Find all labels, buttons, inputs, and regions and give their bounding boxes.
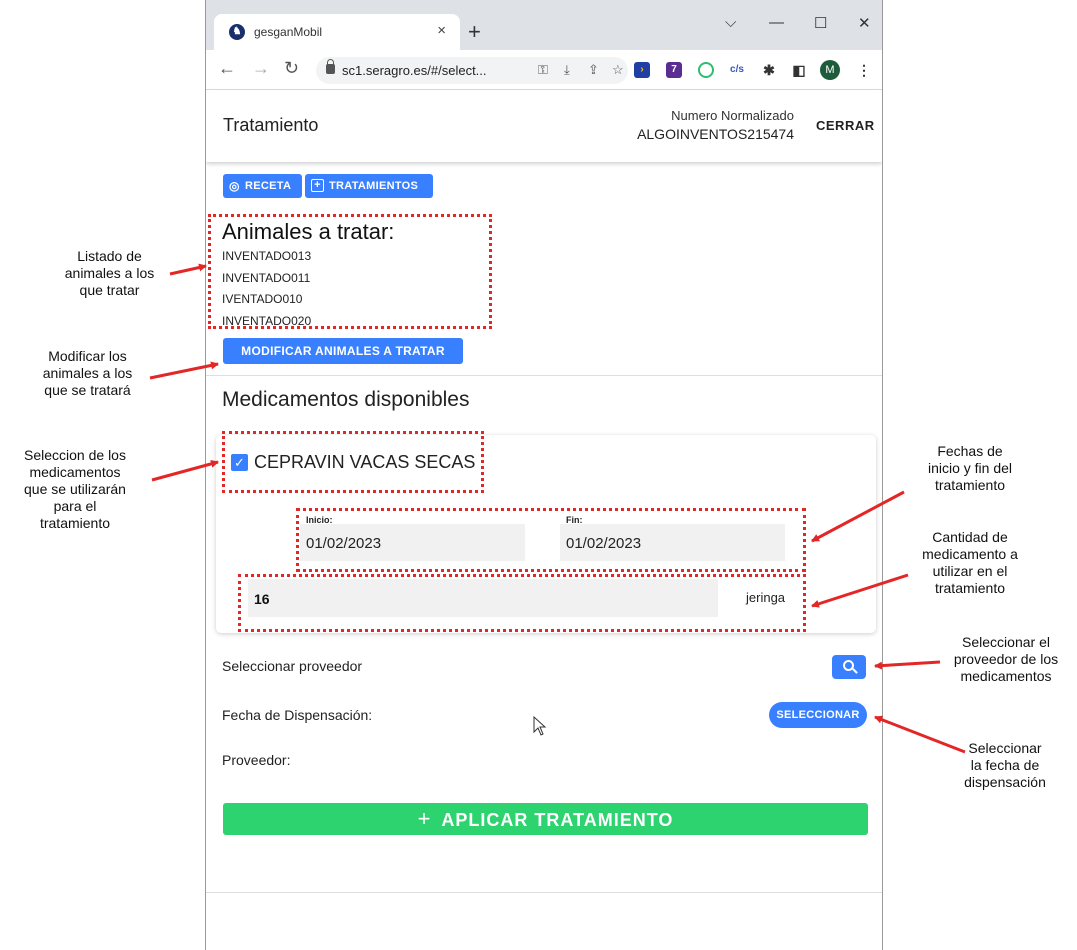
maximize-icon[interactable]: ☐ <box>814 14 827 32</box>
quantity-highlight <box>238 574 806 632</box>
plus-icon: + <box>417 806 432 831</box>
back-arrow-icon[interactable]: ← <box>218 58 236 79</box>
arrow-provider <box>874 660 941 670</box>
arrow-animal-list <box>169 263 207 276</box>
section-divider <box>206 375 882 376</box>
page-title: Tratamiento <box>223 115 319 135</box>
side-panel-icon[interactable]: ◧ <box>791 62 807 78</box>
medications-heading: Medicamentos disponibles <box>222 388 470 411</box>
dates-highlight <box>296 508 806 572</box>
browser-tab[interactable]: ♞ gesganMobil × <box>214 14 460 50</box>
profile-avatar[interactable]: M <box>820 60 840 80</box>
forward-arrow-icon[interactable]: → <box>252 58 270 79</box>
receta-button[interactable]: ◎ RECETA <box>223 174 302 198</box>
annotation-animal-list: Listado de animales a los que tratar <box>64 248 155 298</box>
url-text: sc1.seragro.es/#/select... <box>342 63 487 78</box>
browser-toolbar: ← → ↻ sc1.seragro.es/#/select... ⚿ ⤓ ⇪ ☆ <box>206 50 882 90</box>
select-dispense-date-button[interactable]: SELECCIONAR <box>769 702 867 728</box>
modify-animals-button[interactable]: MODIFICAR ANIMALES A TRATAR <box>223 338 463 364</box>
kebab-menu-icon[interactable]: ⋮ <box>856 62 872 78</box>
provider-label: Proveedor: <box>222 752 291 768</box>
tab-title: gesganMobil <box>254 25 323 39</box>
search-provider-button[interactable] <box>832 655 866 679</box>
animal-list-highlight <box>208 214 492 329</box>
dispense-date-label: Fecha de Dispensación: <box>222 707 373 723</box>
extensions-puzzle-icon[interactable]: ✱ <box>761 62 777 78</box>
medication-select-highlight <box>222 431 484 493</box>
mouse-cursor-icon <box>533 716 547 736</box>
annotation-dates: Fechas de inicio y fin del tratamiento <box>927 443 1013 493</box>
section-divider <box>206 892 882 893</box>
select-provider-label: Seleccionar proveedor <box>222 658 363 674</box>
new-tab-button[interactable]: + <box>468 21 481 43</box>
annotation-dispense-date: Seleccionar la fecha de dispensación <box>964 740 1046 790</box>
normalized-number-value: ALGOINVENTOS215474 <box>637 126 794 142</box>
bookmark-star-icon[interactable]: ☆ <box>612 62 624 78</box>
tab-search-chevron-icon[interactable]: ⌵ <box>725 14 736 31</box>
extension-arrow-icon[interactable]: › <box>634 62 650 78</box>
lock-icon <box>326 59 335 74</box>
tab-close-icon[interactable]: × <box>437 22 446 39</box>
tratamientos-label: TRATAMIENTOS <box>329 180 419 192</box>
address-bar[interactable]: sc1.seragro.es/#/select... ⚿ ⤓ ⇪ ☆ <box>316 57 628 84</box>
apply-treatment-label: APLICAR TRATAMIENTO <box>441 810 674 830</box>
annotation-quantity: Cantidad de medicamento a utilizar en el tr… <box>922 529 1018 596</box>
tab-strip: ♞ gesganMobil × + ⌵ — ☐ ✕ <box>206 0 882 50</box>
key-icon[interactable]: ⚿ <box>538 62 548 78</box>
annotation-modify-animals: Modificar los animales a los que se tratar… <box>42 348 133 398</box>
annotation-provider: Seleccionar el proveedor de los medicament… <box>953 634 1059 684</box>
share-icon[interactable]: ⇪ <box>588 62 599 78</box>
app-header: Tratamiento Numero Normalizado ALGOINVEN… <box>206 90 882 162</box>
medical-kit-icon: + <box>311 179 324 192</box>
app-favicon-icon: ♞ <box>229 24 245 40</box>
minimize-icon[interactable]: — <box>769 14 784 31</box>
extension-badge-icon[interactable]: 7 <box>666 62 682 78</box>
close-button[interactable]: CERRAR <box>816 118 875 133</box>
tratamientos-button[interactable]: + TRATAMIENTOS <box>305 174 433 198</box>
extension-css-icon[interactable]: c/s <box>726 62 748 78</box>
extension-ring-icon[interactable] <box>698 62 714 78</box>
close-window-icon[interactable]: ✕ <box>858 14 871 32</box>
eye-icon: ◎ <box>229 179 240 193</box>
install-icon[interactable]: ⤓ <box>564 62 570 78</box>
receta-label: RECETA <box>245 180 292 192</box>
normalized-number-label: Numero Normalizado <box>671 108 794 123</box>
reload-icon[interactable]: ↻ <box>284 58 299 79</box>
apply-treatment-button[interactable]: + APLICAR TRATAMIENTO <box>223 803 868 835</box>
annotation-select-medications: Seleccion de los medicamentos que se utili… <box>24 447 126 531</box>
